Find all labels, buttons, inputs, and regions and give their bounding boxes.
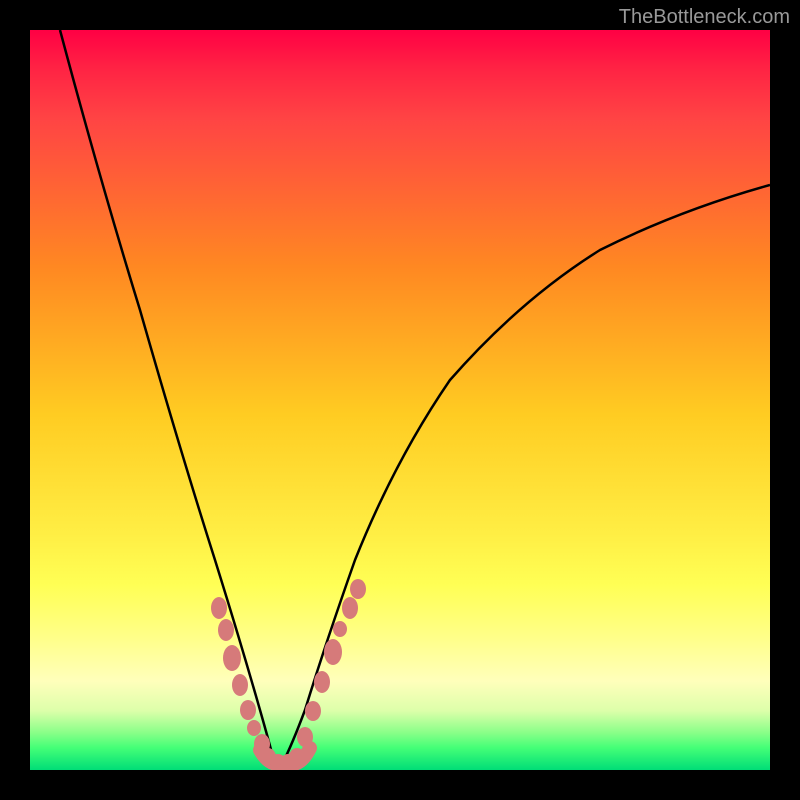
chart-container: TheBottleneck.com (0, 0, 800, 800)
bead (297, 727, 313, 747)
bead (223, 645, 241, 671)
left-curve-line (60, 30, 275, 765)
bead (211, 597, 227, 619)
chart-gradient-area (30, 30, 770, 770)
bead (314, 671, 330, 693)
beads-right-group (297, 579, 366, 747)
bead (324, 639, 342, 665)
chart-svg (30, 30, 770, 770)
bead (289, 748, 305, 766)
bead (342, 597, 358, 619)
bead (240, 700, 256, 720)
bead (305, 701, 321, 721)
bead (333, 621, 347, 637)
bead (247, 720, 261, 736)
bead (350, 579, 366, 599)
beads-left-group (211, 597, 270, 754)
watermark-text: TheBottleneck.com (619, 6, 790, 29)
bead (218, 619, 234, 641)
bead (232, 674, 248, 696)
right-curve-line (280, 185, 770, 768)
